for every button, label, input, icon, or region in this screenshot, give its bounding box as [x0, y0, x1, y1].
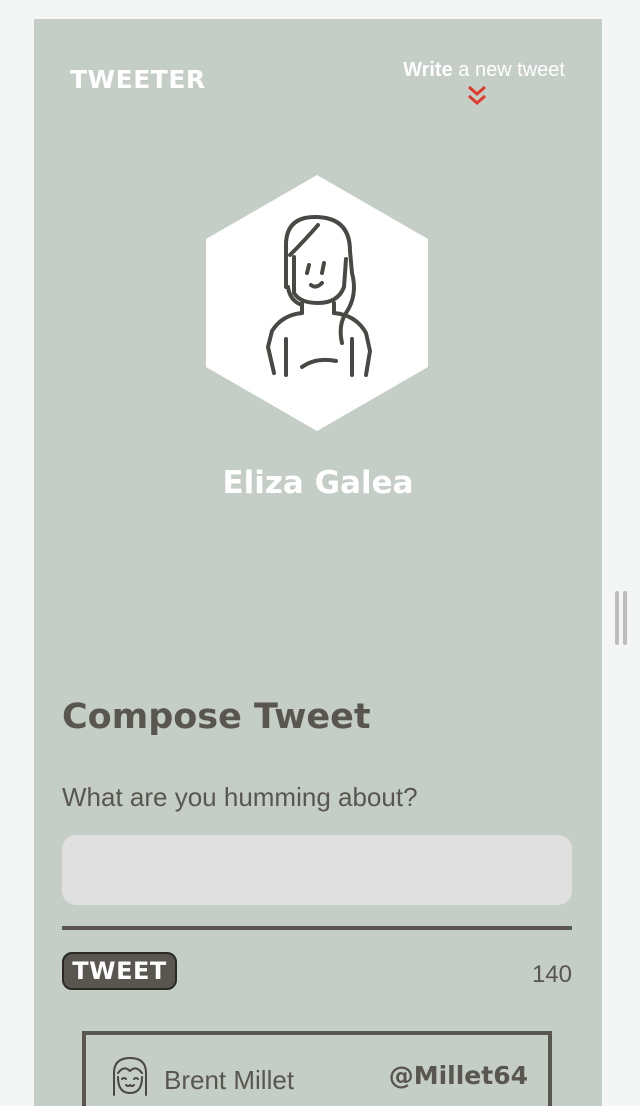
scroll-handle-bar-left	[615, 591, 619, 645]
profile-name: Eliza Galea	[222, 465, 414, 501]
write-link-rest: a new tweet	[452, 59, 565, 81]
compose-title: Compose Tweet	[62, 697, 371, 737]
tweet-card: Brent Millet @Millet64	[82, 1031, 552, 1106]
app-viewport: TWEETER Write a new tweet Eliza Galea Co…	[0, 0, 640, 1106]
scroll-handle-bar-right	[623, 591, 627, 645]
character-counter: 140	[531, 961, 572, 988]
tweet-text-input[interactable]	[62, 835, 572, 905]
tweet-author-handle[interactable]: @Millet64	[389, 1061, 528, 1090]
compose-prompt-label: What are you humming about?	[62, 782, 418, 812]
double-chevron-down-icon[interactable]	[467, 85, 487, 107]
app-logo[interactable]: TWEETER	[70, 65, 206, 94]
smiling-avatar-icon	[113, 1057, 147, 1096]
scroll-handle[interactable]	[615, 591, 629, 645]
main-panel: TWEETER Write a new tweet Eliza Galea Co…	[34, 19, 602, 1106]
tweet-author-name[interactable]: Brent Millet	[164, 1065, 294, 1096]
write-tweet-link[interactable]: Write a new tweet	[403, 59, 565, 82]
profile-avatar	[206, 175, 428, 431]
compose-divider	[62, 926, 572, 930]
tweet-submit-button[interactable]: TWEET	[62, 952, 177, 990]
write-link-bold: Write	[403, 59, 453, 81]
